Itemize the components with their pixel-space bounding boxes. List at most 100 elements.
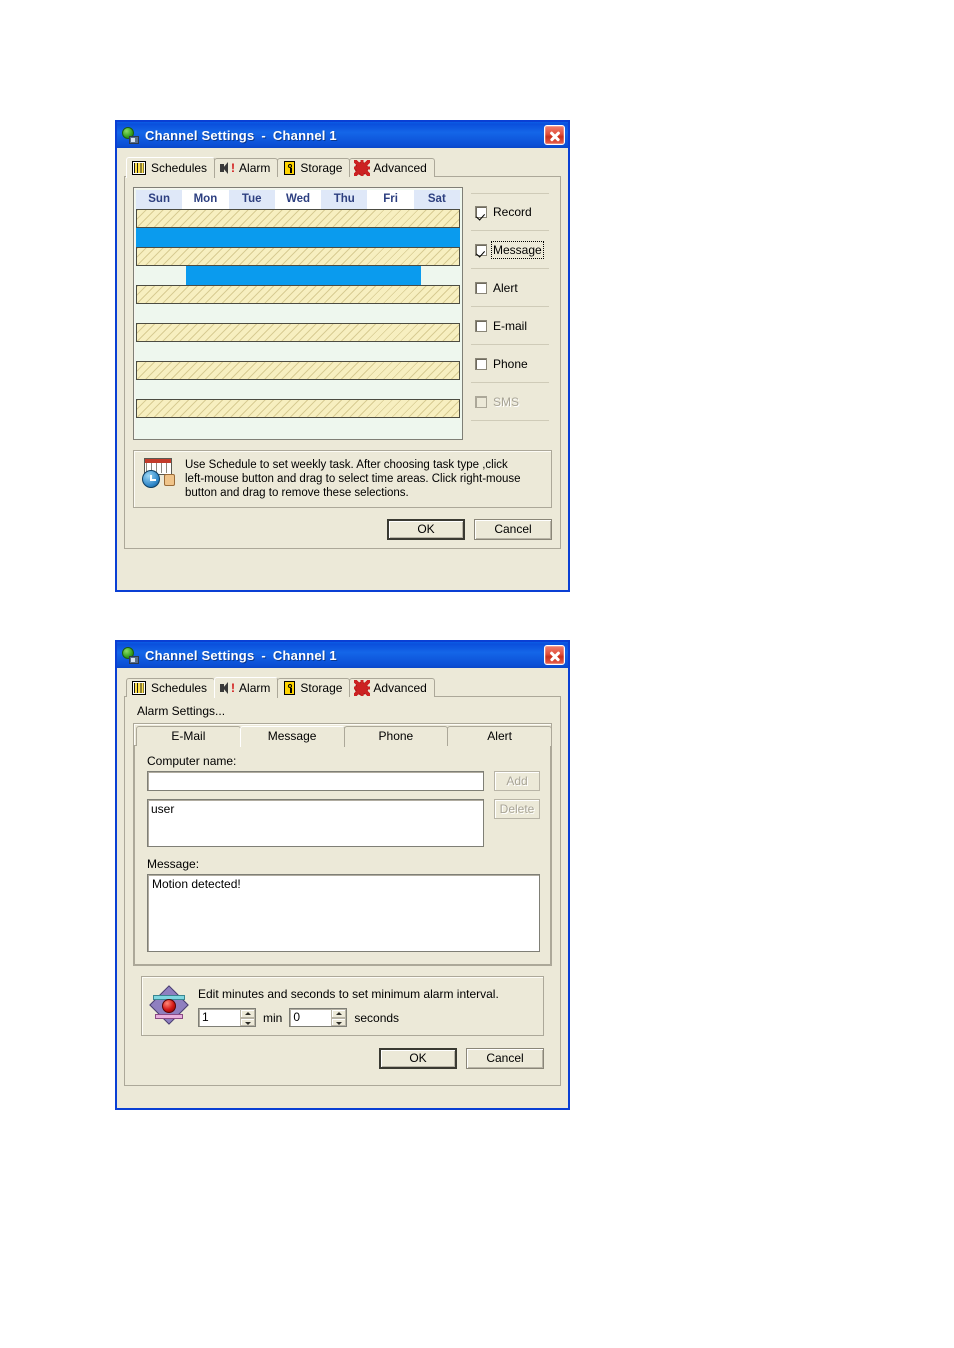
- checkbox-record[interactable]: [475, 206, 487, 218]
- message-tab-pane: Computer name: Add user Delete Message: …: [134, 745, 551, 965]
- checkbox-phone[interactable]: [475, 357, 487, 370]
- hint-line-1: Use Schedule to set weekly task. After c…: [185, 459, 508, 471]
- tab-schedules-2[interactable]: Schedules: [126, 678, 216, 697]
- hint-text: Use Schedule to set weekly task. After c…: [185, 458, 521, 500]
- channel-settings-dialog-schedules: Channel Settings - Channel 1 Schedules ! A…: [115, 120, 570, 592]
- close-icon[interactable]: [544, 125, 565, 145]
- checkbox-alert[interactable]: [475, 281, 487, 294]
- page-canvas: Channel Settings - Channel 1 Schedules ! A…: [0, 0, 954, 1348]
- minutes-decrement-icon[interactable]: [240, 1017, 255, 1026]
- inner-tab-alert[interactable]: Alert: [447, 726, 552, 746]
- schedule-row-2[interactable]: [136, 247, 460, 266]
- delete-button[interactable]: Delete: [494, 799, 540, 819]
- seconds-stepper-arrows[interactable]: [331, 1009, 347, 1026]
- ok-button[interactable]: OK: [387, 519, 465, 540]
- window-title-channel: Channel 1: [272, 127, 337, 143]
- tab-alarm-label-2: Alarm: [239, 681, 271, 695]
- cancel-button[interactable]: Cancel: [474, 519, 552, 540]
- schedules-tab-pane: Sun Mon Tue Wed Thu Fri Sat Record Messag…: [124, 176, 561, 549]
- day-header-thu: Thu: [321, 190, 368, 209]
- tab-schedules[interactable]: Schedules: [126, 157, 216, 178]
- add-button[interactable]: Add: [494, 771, 540, 791]
- window-title-2: Channel Settings - Channel 1: [145, 648, 544, 663]
- inner-tab-strip: E-Mail Message Phone Alert: [134, 724, 552, 747]
- schedule-clock-icon: [142, 458, 176, 488]
- task-type-checklist: Record Message Alert E-mail Phone SMS: [471, 187, 549, 440]
- dialog-button-bar-2: OK Cancel: [133, 1042, 552, 1077]
- close-icon-2[interactable]: [544, 645, 565, 665]
- computer-name-input[interactable]: [147, 771, 484, 791]
- tab-storage-2[interactable]: Storage: [277, 678, 351, 697]
- hint-line-2: left-mouse button and drag to select tim…: [185, 473, 521, 485]
- minutes-value[interactable]: 1: [199, 1009, 240, 1026]
- title-bar[interactable]: Channel Settings - Channel 1: [117, 122, 568, 148]
- ok-button-2[interactable]: OK: [379, 1048, 457, 1069]
- schedule-row-6[interactable]: [136, 323, 460, 342]
- schedule-selection-3[interactable]: [186, 266, 422, 285]
- schedule-row-10[interactable]: [136, 399, 460, 418]
- checkbox-label-record: Record: [493, 205, 532, 219]
- seconds-unit-label: seconds: [354, 1010, 400, 1025]
- title-bar-2[interactable]: Channel Settings - Channel 1: [117, 642, 568, 668]
- hint-line-3: button and drag to remove these selectio…: [185, 487, 409, 499]
- seconds-value[interactable]: 0: [290, 1009, 331, 1026]
- window-title-separator-2: -: [261, 647, 266, 663]
- day-header-wed: Wed: [274, 190, 322, 209]
- computer-name-label: Computer name:: [147, 754, 237, 768]
- checkbox-e-mail[interactable]: [475, 319, 487, 332]
- minutes-stepper-arrows[interactable]: [240, 1009, 255, 1026]
- gear-icon: [353, 160, 370, 176]
- seconds-stepper[interactable]: 0: [289, 1008, 348, 1027]
- schedule-selection-1[interactable]: [136, 228, 460, 247]
- schedule-row-11[interactable]: [136, 418, 460, 437]
- schedule-row-1[interactable]: [136, 228, 460, 247]
- tab-alarm[interactable]: ! Alarm: [214, 158, 279, 177]
- alarm-settings-group: E-Mail Message Phone Alert Computer name…: [133, 723, 552, 966]
- alarm-icon-2: !: [220, 681, 235, 695]
- alarm-interval-content: Edit minutes and seconds to set minimum …: [198, 985, 499, 1027]
- window-body-2: Schedules ! Alarm Storage Advanced Alarm…: [117, 668, 568, 1093]
- option-row-record[interactable]: Record: [471, 193, 549, 231]
- message-textarea[interactable]: Motion detected!: [147, 874, 540, 952]
- checkbox-message[interactable]: [475, 243, 487, 256]
- window-title-channel-2: Channel 1: [272, 647, 337, 663]
- schedule-row-8[interactable]: [136, 361, 460, 380]
- checkbox-label-message: Message: [491, 240, 544, 259]
- schedule-row-7[interactable]: [136, 342, 460, 361]
- inner-tab-message[interactable]: Message: [239, 726, 345, 747]
- tab-advanced[interactable]: Advanced: [349, 158, 435, 177]
- option-row-alert[interactable]: Alert: [471, 269, 549, 307]
- option-row-phone[interactable]: Phone: [471, 345, 549, 383]
- schedule-row-3[interactable]: [136, 266, 460, 285]
- schedule-grid-rows[interactable]: [136, 209, 460, 437]
- schedule-row-0[interactable]: [136, 209, 460, 228]
- schedule-row-9[interactable]: [136, 380, 460, 399]
- dialog-button-bar: OK Cancel: [125, 516, 560, 548]
- window-title: Channel Settings - Channel 1: [145, 128, 544, 143]
- option-row-e-mail[interactable]: E-mail: [471, 307, 549, 345]
- schedule-row-4[interactable]: [136, 285, 460, 304]
- option-row-message[interactable]: Message: [471, 231, 549, 269]
- checkbox-label-phone: Phone: [493, 356, 528, 371]
- tab-alarm-2[interactable]: ! Alarm: [214, 677, 279, 698]
- minutes-stepper[interactable]: 1: [198, 1008, 256, 1027]
- computer-list[interactable]: user: [147, 799, 484, 847]
- alarm-interval-box: Edit minutes and seconds to set minimum …: [141, 976, 544, 1036]
- tab-storage-label-2: Storage: [300, 681, 343, 695]
- computer-list-row: user Delete: [147, 799, 540, 847]
- inner-tab-phone[interactable]: Phone: [343, 726, 449, 746]
- alarm-settings-caption: Alarm Settings...: [137, 704, 226, 718]
- schedule-grid[interactable]: Sun Mon Tue Wed Thu Fri Sat: [133, 187, 463, 440]
- tab-advanced-2[interactable]: Advanced: [349, 678, 435, 697]
- schedule-row-5[interactable]: [136, 304, 460, 323]
- inner-tab-email[interactable]: E-Mail: [136, 726, 241, 746]
- checkbox-label-alert: Alert: [493, 280, 518, 295]
- seconds-decrement-icon[interactable]: [331, 1017, 347, 1026]
- cancel-button-2[interactable]: Cancel: [466, 1048, 544, 1069]
- minutes-increment-icon[interactable]: [240, 1009, 255, 1018]
- window-title-app-2: Channel Settings: [145, 647, 255, 663]
- seconds-increment-icon[interactable]: [331, 1009, 347, 1018]
- tab-storage[interactable]: Storage: [277, 158, 351, 177]
- list-item[interactable]: user: [151, 802, 480, 816]
- window-title-app: Channel Settings: [145, 127, 255, 143]
